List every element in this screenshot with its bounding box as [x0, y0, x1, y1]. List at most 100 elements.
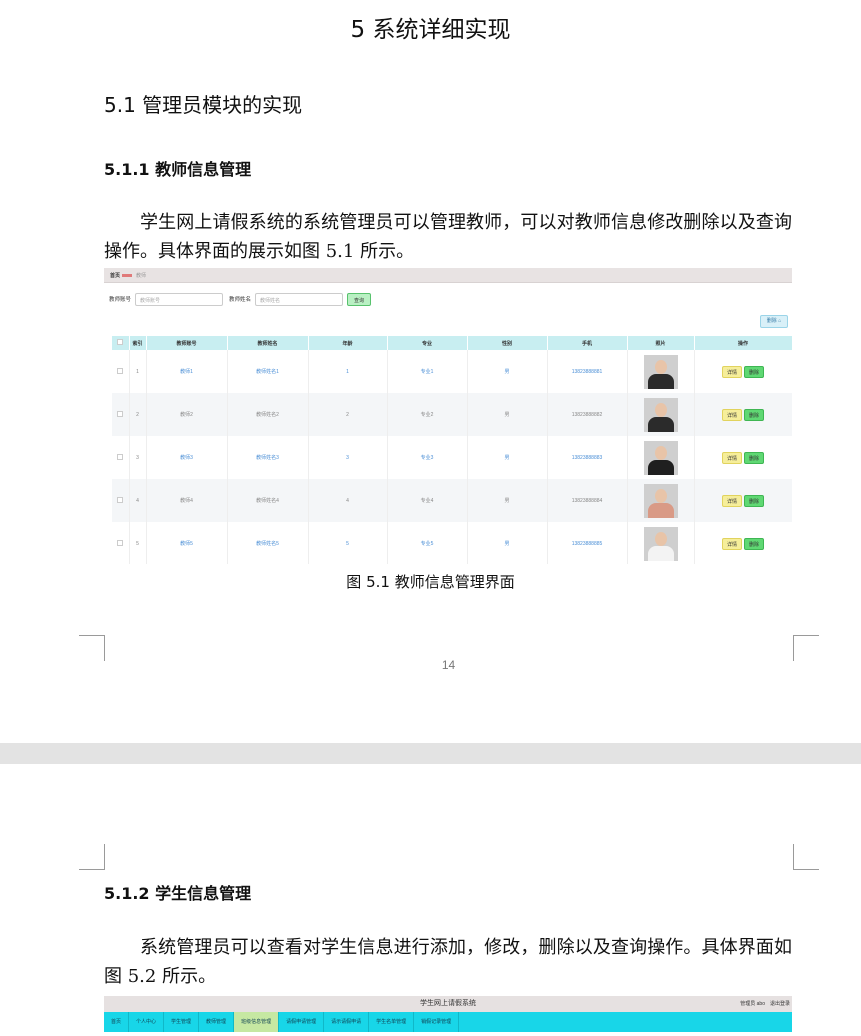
- cell-photo: [627, 350, 695, 393]
- nav-item[interactable]: 销假记录管理: [414, 1012, 460, 1032]
- nav-item[interactable]: 请假申请管理: [279, 1012, 325, 1032]
- cell-actions: 详情 删除: [694, 479, 792, 522]
- account-input[interactable]: 教师账号: [135, 292, 224, 306]
- row-checkbox[interactable]: [112, 479, 130, 522]
- col-index: 索引: [129, 336, 147, 350]
- row-checkbox[interactable]: [112, 393, 130, 436]
- detail-button[interactable]: 详情: [722, 365, 742, 378]
- cell-actions: 详情 删除: [694, 522, 792, 564]
- col-photo: 照片: [627, 336, 695, 350]
- cell-gender: 男: [467, 522, 548, 564]
- breadcrumb-current: 教师: [136, 273, 147, 279]
- user-info[interactable]: 管理员 abo 退出登录: [740, 996, 790, 1012]
- page-corner-mark: [79, 844, 105, 870]
- chapter-title: 5 系统详细实现: [350, 17, 511, 43]
- subsection-title-student: 5.1.2 学生信息管理: [104, 884, 252, 903]
- cell-account: 教师2: [146, 393, 228, 436]
- teacher-photo: [643, 526, 678, 561]
- cell-gender: 男: [467, 350, 548, 393]
- teacher-table: 索引 教师账号 教师姓名 年龄 专业 性别 手机 照片 操作 1 教师1 教师姓名1…: [112, 336, 792, 564]
- cell-phone: 13823888881: [547, 350, 628, 393]
- cell-age: 5: [308, 522, 388, 564]
- col-major: 专业: [387, 336, 468, 350]
- nav-item[interactable]: 学生名单管理: [369, 1012, 415, 1032]
- bulk-delete-button[interactable]: 删除 ⌂: [760, 315, 788, 328]
- table-row: 1 教师1 教师姓名1 1 专业1 男 13823888881 详情 删除: [112, 350, 792, 393]
- cell-name: 教师姓名3: [227, 436, 309, 479]
- cell-index: 5: [129, 522, 147, 564]
- cell-name: 教师姓名4: [227, 479, 309, 522]
- row-checkbox[interactable]: [112, 522, 130, 564]
- select-all-checkbox[interactable]: [112, 336, 130, 350]
- delete-button[interactable]: 删除: [744, 451, 764, 464]
- table-row: 4 教师4 教师姓名4 4 专业4 男 13823888884 详情 删除: [112, 479, 792, 522]
- col-gender: 性别: [467, 336, 548, 350]
- nav-item[interactable]: 个人中心: [129, 1012, 165, 1032]
- cell-major: 专业5: [387, 522, 468, 564]
- cell-name: 教师姓名1: [227, 350, 309, 393]
- detail-button[interactable]: 详情: [722, 537, 742, 550]
- cell-photo: [627, 393, 695, 436]
- nav-item[interactable]: 请示请假申请: [324, 1012, 370, 1032]
- cell-account: 教师3: [146, 436, 228, 479]
- cell-photo: [627, 436, 695, 479]
- figure-topbar: 首页 教师: [104, 268, 792, 283]
- trash-icon: ⌂: [778, 318, 782, 324]
- col-phone: 手机: [547, 336, 628, 350]
- cell-index: 4: [129, 479, 147, 522]
- cell-photo: [627, 479, 695, 522]
- detail-button[interactable]: 详情: [722, 494, 742, 507]
- row-checkbox[interactable]: [112, 350, 130, 393]
- table-row: 3 教师3 教师姓名3 3 专业3 男 13823888883 详情 删除: [112, 436, 792, 479]
- cell-age: 3: [308, 436, 388, 479]
- delete-button[interactable]: 删除: [744, 537, 764, 550]
- cell-phone: 13823888885: [547, 522, 628, 564]
- cell-index: 3: [129, 436, 147, 479]
- col-name: 教师姓名: [227, 336, 309, 350]
- account-label: 教师账号: [109, 297, 132, 303]
- table-row: 2 教师2 教师姓名2 2 专业2 男 13823888882 详情 删除: [112, 393, 792, 436]
- detail-button[interactable]: 详情: [722, 451, 742, 464]
- cell-account: 教师1: [146, 350, 228, 393]
- cell-gender: 男: [467, 393, 548, 436]
- cell-actions: 详情 删除: [694, 436, 792, 479]
- cell-major: 专业3: [387, 436, 468, 479]
- delete-button[interactable]: 删除: [744, 494, 764, 507]
- delete-button[interactable]: 删除: [744, 365, 764, 378]
- search-bar: 教师账号 教师账号 教师姓名 教师姓名 查询: [109, 292, 372, 306]
- cell-major: 专业4: [387, 479, 468, 522]
- nav-item[interactable]: 学生管理: [164, 1012, 200, 1032]
- subsection-title-teacher: 5.1.1 教师信息管理: [104, 160, 252, 179]
- col-actions: 操作: [694, 336, 792, 350]
- cell-age: 1: [308, 350, 388, 393]
- cell-major: 专业1: [387, 350, 468, 393]
- cell-phone: 13823888882: [547, 393, 628, 436]
- cell-photo: [627, 522, 695, 564]
- cell-account: 教师5: [146, 522, 228, 564]
- nav-item[interactable]: 首页: [104, 1012, 130, 1032]
- teacher-photo: [643, 354, 678, 389]
- page-number: 14: [441, 658, 456, 672]
- cell-gender: 男: [467, 479, 548, 522]
- nav-item[interactable]: 班级信息管理: [234, 1012, 280, 1032]
- page-corner-mark: [793, 844, 819, 870]
- row-checkbox[interactable]: [112, 436, 130, 479]
- cell-age: 4: [308, 479, 388, 522]
- cell-phone: 13823888884: [547, 479, 628, 522]
- search-button[interactable]: 查询: [347, 292, 372, 306]
- teacher-photo: [643, 483, 678, 518]
- nav-item[interactable]: 教师管理: [199, 1012, 235, 1032]
- section-title: 5.1 管理员模块的实现: [104, 93, 303, 117]
- detail-button[interactable]: 详情: [722, 408, 742, 421]
- cell-actions: 详情 删除: [694, 350, 792, 393]
- figure-student-management: 学生网上请假系统 管理员 abo 退出登录 首页 个人中心 学生管理 教师管理 班级信息…: [104, 996, 792, 1036]
- cell-age: 2: [308, 393, 388, 436]
- delete-button[interactable]: 删除: [744, 408, 764, 421]
- cell-phone: 13823888883: [547, 436, 628, 479]
- table-header-row: 索引 教师账号 教师姓名 年龄 专业 性别 手机 照片 操作: [112, 336, 792, 350]
- figure-caption-teacher: 图 5.1 教师信息管理界面: [346, 573, 515, 591]
- name-input[interactable]: 教师姓名: [255, 292, 344, 306]
- col-account: 教师账号: [146, 336, 228, 350]
- breadcrumb-home[interactable]: 首页: [110, 272, 120, 279]
- cell-name: 教师姓名2: [227, 393, 309, 436]
